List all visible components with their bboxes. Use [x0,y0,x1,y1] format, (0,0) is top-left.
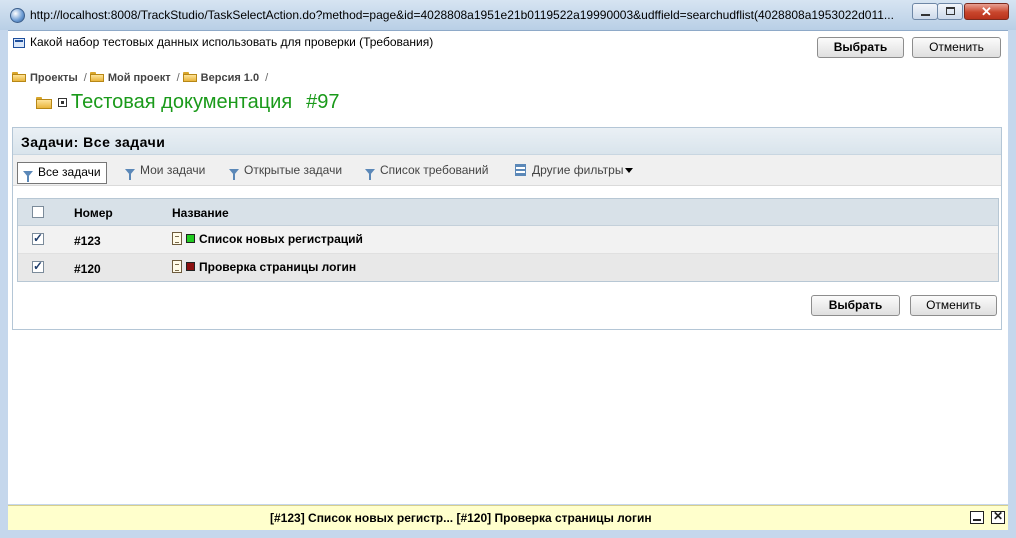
window-frame-left [0,30,8,538]
filter-my-tasks[interactable]: Мои задачи [125,161,205,181]
folder-icon [12,72,26,82]
filter-other-filters-dropdown[interactable]: Другие фильтры [515,161,634,181]
window-url: http://localhost:8008/TrackStudio/TaskSe… [30,8,894,22]
table-header: Номер Название [18,199,998,226]
select-button-top[interactable]: Выбрать [817,37,904,58]
filter-list-icon [515,164,526,176]
minimize-icon [921,14,930,16]
selection-statusbar: [#123] Список новых регистр... [#120] Пр… [8,505,1008,530]
statusbar-minimize-button[interactable] [970,511,984,524]
maximize-window-button[interactable] [937,3,963,20]
task-name-cell[interactable]: Проверка страницы логин [172,260,356,274]
table-row[interactable]: #123 Список новых регистраций [18,226,998,254]
dialog-question: Какой набор тестовых данных использовать… [30,35,434,49]
task-number[interactable]: #120 [74,262,101,276]
close-icon: ✕ [981,4,992,19]
task-number: #97 [306,91,340,113]
breadcrumb-separator: / [176,72,180,84]
filter-all-tasks[interactable]: Все задачи [17,162,107,184]
window-form-icon [13,38,25,48]
select-button-bottom[interactable]: Выбрать [811,295,900,316]
document-icon [172,232,182,245]
filter-icon [229,169,239,180]
browser-globe-icon [10,8,25,23]
breadcrumb-separator: / [265,72,269,84]
task-title: Тестовая документация [71,91,293,113]
breadcrumb-item-projects[interactable]: Проекты [12,72,78,84]
tasks-table: Номер Название #123 Список новых регистр… [17,198,999,282]
cancel-button-top[interactable]: Отменить [912,37,1001,58]
task-name-cell[interactable]: Список новых регистраций [172,232,363,246]
folder-open-icon [36,97,52,109]
task-heading: Тестовая документация #97 [36,91,340,114]
selection-statusbar-frame: [#123] Список новых регистр... [#120] Пр… [0,504,1016,538]
filter-toolbar: Все задачи Мои задачи Открытые задачи Сп… [13,155,1001,186]
close-window-button[interactable]: ✕ [964,3,1009,20]
selected-tasks-summary: [#123] Список новых регистр... [#120] Пр… [270,511,652,525]
window-titlebar: http://localhost:8008/TrackStudio/TaskSe… [0,0,1016,31]
document-icon [172,260,182,273]
task-name[interactable]: Проверка страницы логин [199,260,356,274]
status-icon [186,262,195,271]
tasks-panel: Задачи: Все задачи Все задачи Мои задачи… [12,127,1002,330]
cancel-button-bottom[interactable]: Отменить [910,295,997,316]
column-header-name: Название [172,206,229,220]
window-frame-right [1008,30,1016,538]
task-name[interactable]: Список новых регистраций [199,232,363,246]
folder-icon [89,72,104,82]
task-number[interactable]: #123 [74,234,101,248]
filter-icon [23,171,33,182]
column-header-number: Номер [74,206,113,220]
breadcrumb: Проекты / Мой проект / Версия 1.0/ [12,72,271,84]
breadcrumb-item-version[interactable]: Версия 1.0 [182,72,259,84]
breadcrumb-item-my-project[interactable]: Мой проект [89,72,171,84]
maximize-icon [946,7,955,15]
minimize-window-button[interactable] [912,3,938,20]
filter-icon [365,169,375,180]
breadcrumb-separator: / [83,72,87,84]
row-checkbox[interactable] [32,259,44,273]
panel-title: Задачи: Все задачи [21,134,166,150]
statusbar-close-button[interactable] [991,509,1005,524]
select-all-checkbox[interactable] [32,206,44,218]
status-icon [186,234,195,243]
chevron-down-icon [625,168,634,173]
filter-icon [125,169,135,180]
folder-icon [182,72,197,82]
filter-open-tasks[interactable]: Открытые задачи [229,161,342,181]
panel-header: Задачи: Все задачи [13,128,1001,155]
table-row[interactable]: #120 Проверка страницы логин [18,254,998,281]
row-checkbox[interactable] [32,231,44,245]
filter-requirements-list[interactable]: Список требований [365,161,488,181]
task-state-icon [58,98,67,107]
dialog-content: Какой набор тестовых данных использовать… [8,31,1008,504]
